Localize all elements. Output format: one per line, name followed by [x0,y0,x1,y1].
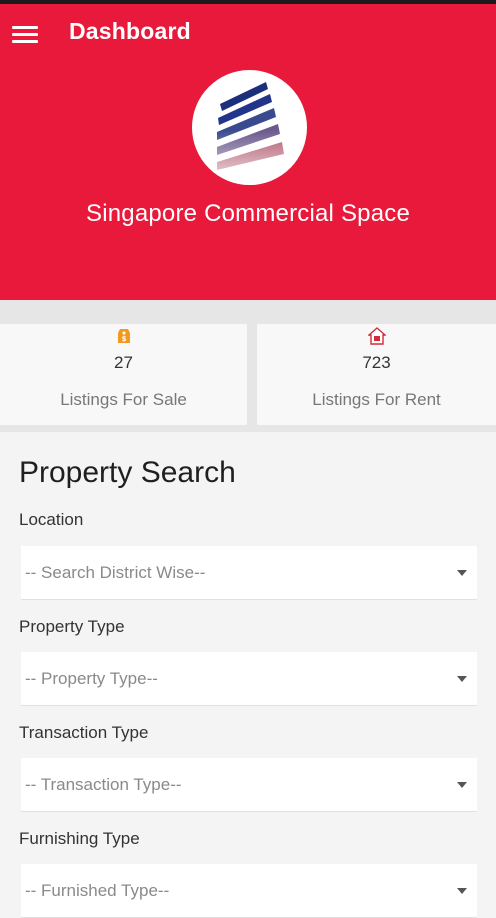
property-type-select[interactable]: -- Property Type-- [21,652,477,706]
svg-text:$: $ [121,335,126,343]
location-placeholder: -- Search District Wise-- [25,563,206,582]
furnishing-type-placeholder: -- Furnished Type-- [25,881,170,900]
furnishing-type-select[interactable]: -- Furnished Type-- [21,864,477,918]
dashboard-header: Dashboard Singapore Commercial Space [0,4,496,300]
property-search-panel: Property Search Location -- Search Distr… [0,432,496,918]
menu-icon[interactable] [12,24,40,46]
brand-name: Singapore Commercial Space [85,200,411,227]
rent-label: Listings For Rent [312,390,441,409]
listings-for-sale-card[interactable]: $ 27 Listings For Sale [0,324,247,425]
transaction-type-placeholder: -- Transaction Type-- [25,775,182,794]
sale-tag-icon: $ [117,329,130,343]
company-logo [192,70,307,185]
dropdown-arrow-icon [457,888,467,894]
rent-count: 723 [362,353,391,372]
sale-count: 27 [114,353,133,372]
dropdown-arrow-icon [457,570,467,576]
rent-house-icon [367,327,386,345]
transaction-type-label: Transaction Type [19,723,149,742]
furnishing-type-label: Furnishing Type [19,829,140,848]
listing-stats: $ 27 Listings For Sale 723 Listings For … [0,300,496,432]
property-type-label: Property Type [19,617,125,636]
location-select[interactable]: -- Search District Wise-- [21,546,477,600]
dropdown-arrow-icon [457,676,467,682]
sale-label: Listings For Sale [60,390,187,409]
dropdown-arrow-icon [457,782,467,788]
page-title: Dashboard [69,18,191,44]
location-label: Location [19,510,84,529]
transaction-type-select[interactable]: -- Transaction Type-- [21,758,477,812]
listings-for-rent-card[interactable]: 723 Listings For Rent [257,324,496,425]
property-type-placeholder: -- Property Type-- [25,669,158,688]
section-title: Property Search [19,456,236,489]
